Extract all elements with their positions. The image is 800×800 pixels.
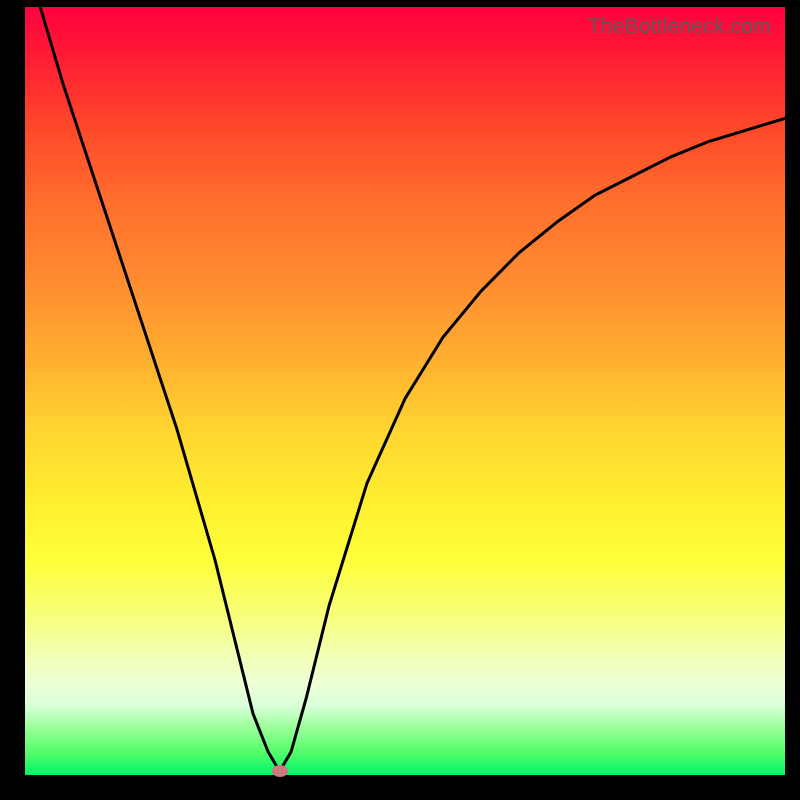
optimal-point-marker xyxy=(272,765,288,777)
chart-plot-area: TheBottleneck.com xyxy=(25,7,785,775)
bottleneck-curve xyxy=(25,7,785,775)
